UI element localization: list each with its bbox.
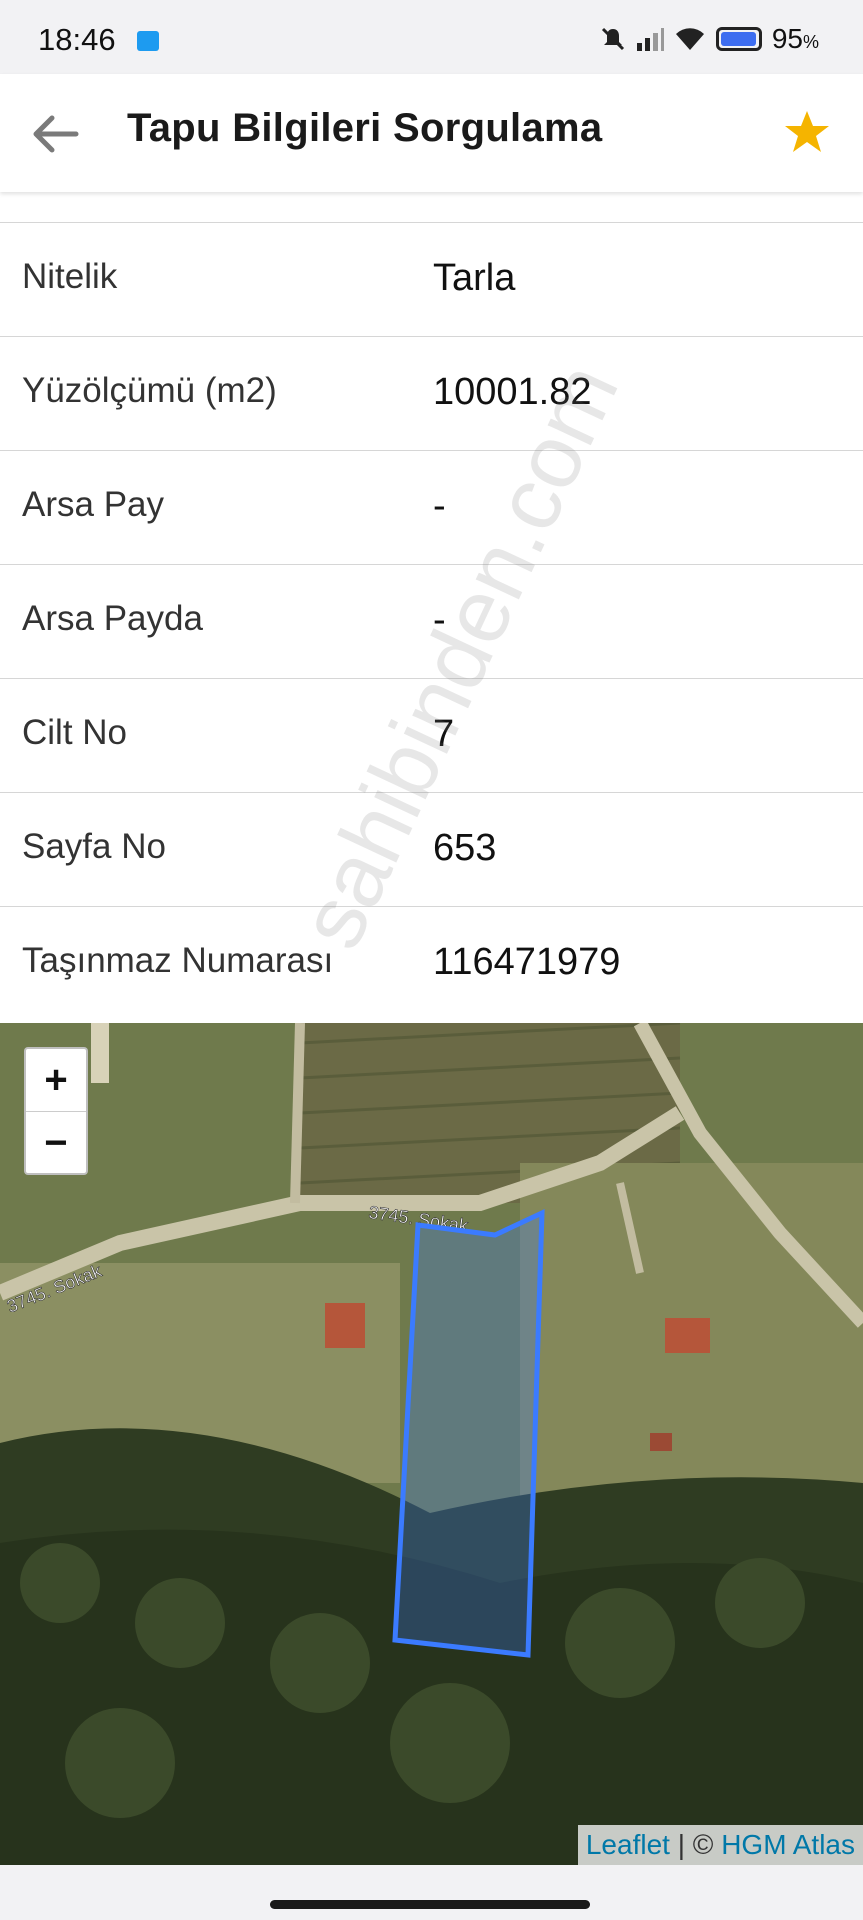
row-value: 10001.82 (433, 371, 592, 413)
hgm-atlas-link[interactable]: HGM Atlas (721, 1829, 855, 1860)
table-row: Arsa Pay - (0, 451, 863, 565)
battery-level: 95 (771, 23, 803, 54)
status-bar: 18:46 95% (0, 0, 863, 74)
parcel-map[interactable]: 3745. Sokak 3745. Sokak + − Leaflet | © … (0, 1023, 863, 1865)
app-bar: Tapu Bilgileri Sorgulama (0, 74, 863, 192)
favorite-star-icon[interactable] (783, 108, 831, 156)
table-row: Nitelik Tarla (0, 222, 863, 337)
row-label: Arsa Payda (22, 599, 203, 638)
system-nav-bar (0, 1865, 863, 1920)
row-label: Nitelik (22, 257, 118, 296)
twitter-notification-icon (137, 31, 159, 51)
row-label: Sayfa No (22, 827, 166, 866)
home-gesture-handle[interactable] (270, 1900, 590, 1909)
row-label: Arsa Pay (22, 485, 164, 524)
signal-icon (636, 28, 664, 51)
back-arrow-icon[interactable] (30, 108, 82, 160)
row-value: 116471979 (433, 941, 621, 983)
row-label: Taşınmaz Numarası (22, 941, 334, 980)
row-label: Cilt No (22, 713, 128, 752)
row-value: - (433, 599, 446, 641)
attribution-separator: | © (669, 1829, 722, 1860)
parcel-polygon[interactable] (392, 1209, 545, 1658)
table-row: Yüzölçümü (m2) 10001.82 (0, 337, 863, 451)
map-attribution: Leaflet | © HGM Atlas (577, 1825, 863, 1865)
mute-bell-icon (601, 27, 624, 51)
status-icons: 95% (600, 22, 819, 56)
row-value: Tarla (433, 257, 516, 299)
battery-icon (715, 27, 762, 51)
zoom-in-button[interactable]: + (26, 1049, 86, 1112)
table-row: Cilt No 7 (0, 679, 863, 793)
row-value: - (433, 485, 446, 527)
wifi-icon (675, 28, 704, 50)
status-time: 18:46 (38, 22, 116, 57)
row-value: 7 (433, 713, 455, 755)
page-title: Tapu Bilgileri Sorgulama (127, 106, 603, 150)
row-label: Yüzölçümü (m2) (22, 371, 277, 410)
table-row: Arsa Payda - (0, 565, 863, 679)
zoom-control: + − (24, 1047, 88, 1175)
table-row: Taşınmaz Numarası 116471979 (0, 907, 863, 1020)
row-value: 653 (433, 827, 497, 869)
satellite-imagery[interactable]: 3745. Sokak 3745. Sokak (0, 1023, 863, 1865)
table-row: Sayfa No 653 (0, 793, 863, 907)
property-info-table: Nitelik Tarla Yüzölçümü (m2) 10001.82 Arsa… (0, 222, 863, 1020)
battery-unit: % (802, 32, 819, 52)
leaflet-link[interactable]: Leaflet (586, 1829, 670, 1860)
zoom-out-button[interactable]: − (26, 1112, 86, 1174)
